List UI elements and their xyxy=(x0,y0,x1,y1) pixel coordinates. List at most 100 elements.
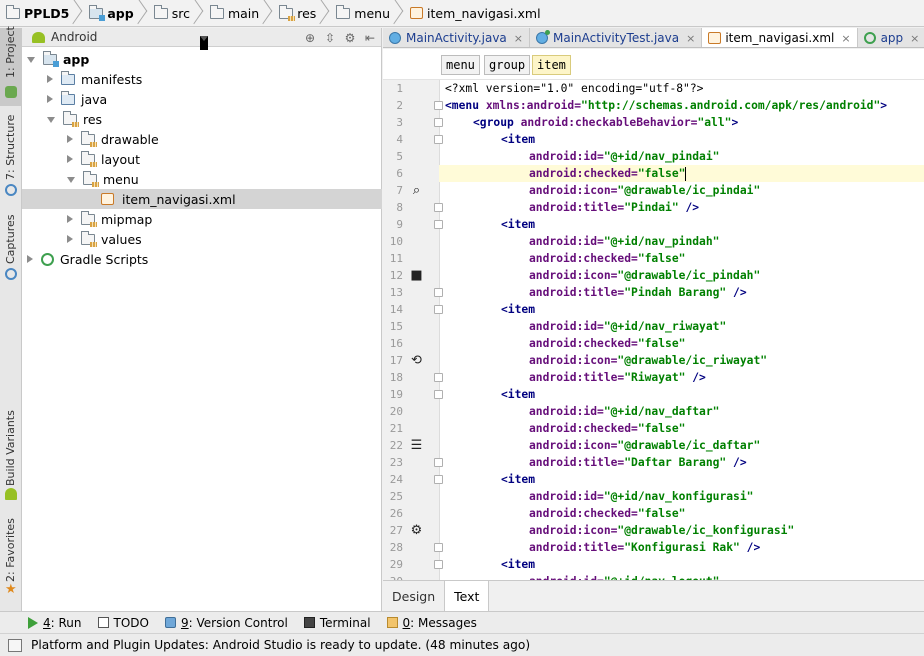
todo-tool-button[interactable]: TODO xyxy=(97,616,149,630)
fold-marker-icon[interactable] xyxy=(434,560,443,569)
code-line[interactable]: <item xyxy=(445,556,535,573)
fold-marker-icon[interactable] xyxy=(434,220,443,229)
close-icon[interactable]: × xyxy=(514,32,523,45)
fold-marker-icon[interactable] xyxy=(434,373,443,382)
fold-marker-icon[interactable] xyxy=(434,458,443,467)
close-icon[interactable]: × xyxy=(686,32,695,45)
crumb-file[interactable]: item_navigasi.xml xyxy=(404,0,555,26)
code-line[interactable]: android:checked="false" xyxy=(439,165,924,182)
code-line[interactable]: android:title="Riwayat" /> xyxy=(445,369,706,386)
crumb-project[interactable]: PPLD5 xyxy=(0,0,83,26)
crumb-menu[interactable]: menu xyxy=(330,0,404,26)
tab-main-activity-test[interactable]: MainActivityTest.java × xyxy=(530,28,703,47)
project-view-select[interactable]: Android xyxy=(30,29,212,50)
code-line[interactable]: android:id="@+id/nav_daftar" xyxy=(445,403,719,420)
collapsed-arrow-icon[interactable] xyxy=(27,255,33,263)
fold-marker-icon[interactable] xyxy=(434,203,443,212)
code-line[interactable]: <item xyxy=(445,131,535,148)
terminal-tool-button[interactable]: Terminal xyxy=(303,616,371,630)
tool-tab-build-variants[interactable]: Build Variants xyxy=(0,406,22,502)
tree-item-values[interactable]: values xyxy=(22,229,382,249)
tree-item-layout[interactable]: layout xyxy=(22,149,382,169)
collapsed-arrow-icon[interactable] xyxy=(47,75,53,83)
expand-arrow-icon[interactable] xyxy=(67,177,75,183)
expand-arrow-icon[interactable] xyxy=(27,57,35,63)
tool-windows-toggle-icon[interactable] xyxy=(8,638,22,652)
xml-path-menu[interactable]: menu xyxy=(441,55,480,75)
xml-path-group[interactable]: group xyxy=(484,55,531,75)
tree-item-gradle-scripts[interactable]: Gradle Scripts xyxy=(22,249,382,269)
crumb-res[interactable]: res xyxy=(273,0,330,26)
collapsed-arrow-icon[interactable] xyxy=(47,95,53,103)
tool-tab-structure[interactable]: 7: Structure xyxy=(0,115,22,202)
fold-marker-icon[interactable] xyxy=(434,101,443,110)
tool-tab-favorites[interactable]: 2: Favorites ★ xyxy=(0,518,22,602)
tree-item-menu[interactable]: menu xyxy=(22,169,382,189)
crumb-module[interactable]: app xyxy=(83,0,147,26)
code-editor[interactable]: 1 2 3 4 5 6 7 8 9 10 11 12 13 14 15 16 17 18 19 20 21 22 23 24 2… xyxy=(383,80,924,580)
tree-item-java[interactable]: java xyxy=(22,89,382,109)
fold-marker-icon[interactable] xyxy=(434,305,443,314)
tree-item-manifests[interactable]: manifests xyxy=(22,69,382,89)
code-line[interactable]: android:icon="@drawable/ic_pindai" xyxy=(445,182,760,199)
close-icon[interactable]: × xyxy=(841,32,850,45)
tree-item-mipmap[interactable]: mipmap xyxy=(22,209,382,229)
collapsed-arrow-icon[interactable] xyxy=(67,155,73,163)
code-line[interactable]: android:id="@+id/nav_pindah" xyxy=(445,233,719,250)
code-line[interactable]: android:icon="@drawable/ic_daftar" xyxy=(445,437,760,454)
expand-arrow-icon[interactable] xyxy=(47,117,55,123)
close-icon[interactable]: × xyxy=(910,32,919,45)
tool-tab-project[interactable]: 1: Project xyxy=(0,26,22,106)
collapsed-arrow-icon[interactable] xyxy=(67,135,73,143)
code-line[interactable]: android:checked="false" xyxy=(445,335,685,352)
fold-marker-icon[interactable] xyxy=(434,475,443,484)
code-line[interactable]: android:checked="false" xyxy=(445,420,685,437)
fold-marker-icon[interactable] xyxy=(434,390,443,399)
xml-path-item[interactable]: item xyxy=(532,55,571,75)
code-line[interactable]: android:checked="false" xyxy=(445,250,685,267)
version-control-tool-button[interactable]: 9: Version Control xyxy=(164,616,288,630)
messages-tool-button[interactable]: 0: Messages xyxy=(386,616,477,630)
code-line[interactable]: <item xyxy=(445,216,535,233)
code-line[interactable]: android:title="Pindah Barang" /> xyxy=(445,284,747,301)
crumb-src[interactable]: src xyxy=(148,0,204,26)
collapsed-arrow-icon[interactable] xyxy=(67,215,73,223)
code-line[interactable]: <menu xmlns:android="http://schemas.andr… xyxy=(445,97,887,114)
fold-marker-icon[interactable] xyxy=(434,288,443,297)
code-line[interactable]: <group android:checkableBehavior="all"> xyxy=(445,114,738,131)
collapsed-arrow-icon[interactable] xyxy=(67,235,73,243)
fold-marker-icon[interactable] xyxy=(434,543,443,552)
tree-item-res[interactable]: res xyxy=(22,109,382,129)
code-line[interactable]: <item xyxy=(445,386,535,403)
code-line[interactable]: <?xml version="1.0" encoding="utf-8"?> xyxy=(445,80,703,97)
run-tool-button[interactable]: 4: Run xyxy=(28,616,82,630)
tab-app[interactable]: app × xyxy=(858,28,924,47)
code-line[interactable]: android:icon="@drawable/ic_pindah" xyxy=(445,267,760,284)
code-line[interactable]: android:id="@+id/nav_konfigurasi" xyxy=(445,488,753,505)
code-line[interactable]: android:id="@+id/nav_logout" xyxy=(445,573,719,580)
tool-tab-captures[interactable]: Captures xyxy=(0,214,22,284)
code-line[interactable]: android:id="@+id/nav_pindai" xyxy=(445,148,719,165)
code-line[interactable]: android:title="Pindai" /> xyxy=(445,199,699,216)
scroll-from-source-icon[interactable]: ⊕ xyxy=(303,31,317,45)
tab-main-activity[interactable]: MainActivity.java × xyxy=(383,28,530,47)
tree-item-app[interactable]: app xyxy=(22,49,382,69)
tree-item-item-navigasi[interactable]: item_navigasi.xml xyxy=(22,189,382,209)
gear-icon[interactable]: ⚙ xyxy=(343,31,357,45)
status-message[interactable]: Platform and Plugin Updates: Android Stu… xyxy=(31,638,530,652)
tree-item-drawable[interactable]: drawable xyxy=(22,129,382,149)
tab-design[interactable]: Design xyxy=(383,581,446,611)
tab-text[interactable]: Text xyxy=(445,581,490,611)
collapse-all-icon[interactable]: ⇳ xyxy=(323,31,337,45)
fold-marker-icon[interactable] xyxy=(434,118,443,127)
code-line[interactable]: android:icon="@drawable/ic_konfigurasi" xyxy=(445,522,794,539)
code-line[interactable]: <item xyxy=(445,471,535,488)
code-line[interactable]: android:icon="@drawable/ic_riwayat" xyxy=(445,352,767,369)
code-line[interactable]: android:checked="false" xyxy=(445,505,685,522)
code-line[interactable]: android:id="@+id/nav_riwayat" xyxy=(445,318,726,335)
fold-marker-icon[interactable] xyxy=(434,135,443,144)
code-line[interactable]: android:title="Konfigurasi Rak" /> xyxy=(445,539,760,556)
tab-item-navigasi[interactable]: item_navigasi.xml × xyxy=(702,28,858,47)
code-line[interactable]: <item xyxy=(445,301,535,318)
crumb-main[interactable]: main xyxy=(204,0,273,26)
